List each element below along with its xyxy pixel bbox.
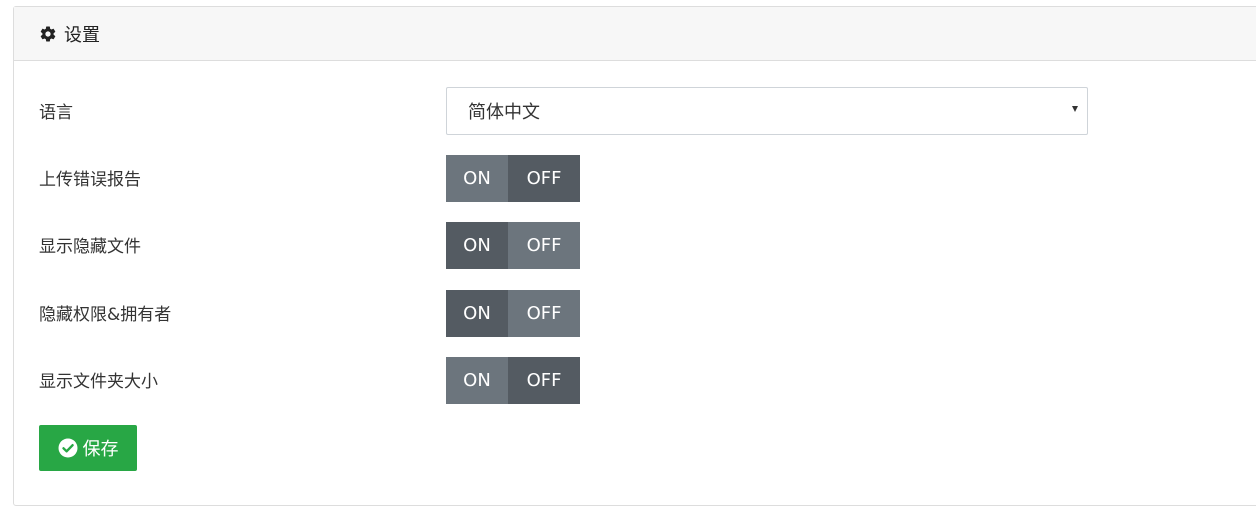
hide-permissions-owner-row: 隐藏权限&拥有者 ON OFF [14,290,1256,337]
toggle-off-option[interactable]: OFF [508,222,580,269]
toggle-off-option[interactable]: OFF [508,155,580,202]
toggle-on-option[interactable]: ON [446,155,508,202]
toggle-on-option[interactable]: ON [446,222,508,269]
settings-panel: 设置 语言 简体中文 上传错误报告 ON OFF 显示隐藏文件 ON OFF 隐… [13,6,1256,506]
upload-error-report-row: 上传错误报告 ON OFF [14,155,1256,202]
upload-error-report-label: 上传错误报告 [39,170,141,190]
show-folder-size-label: 显示文件夹大小 [39,372,158,392]
panel-header: 设置 [14,7,1256,61]
toggle-on-option[interactable]: ON [446,357,508,404]
language-label: 语言 [39,103,73,123]
language-select-value: 简体中文 [468,102,540,123]
upload-error-report-toggle[interactable]: ON OFF [446,155,581,202]
language-row: 语言 简体中文 [14,87,1256,135]
show-folder-size-toggle[interactable]: ON OFF [446,357,581,404]
show-folder-size-row: 显示文件夹大小 ON OFF [14,357,1256,404]
caret-down-icon [1072,106,1078,112]
save-button[interactable]: 保存 [39,425,137,471]
show-hidden-files-label: 显示隐藏文件 [39,237,141,257]
hide-permissions-owner-toggle[interactable]: ON OFF [446,290,581,337]
language-select[interactable]: 简体中文 [446,87,1088,135]
save-button-label: 保存 [82,439,119,460]
panel-title: 设置 [64,24,100,46]
toggle-off-option[interactable]: OFF [508,290,580,337]
toggle-on-option[interactable]: ON [446,290,508,337]
hide-permissions-owner-label: 隐藏权限&拥有者 [39,305,172,325]
check-circle-icon [58,438,78,458]
toggle-off-option[interactable]: OFF [508,357,580,404]
gear-icon [39,25,57,43]
show-hidden-files-toggle[interactable]: ON OFF [446,222,581,269]
show-hidden-files-row: 显示隐藏文件 ON OFF [14,222,1256,269]
